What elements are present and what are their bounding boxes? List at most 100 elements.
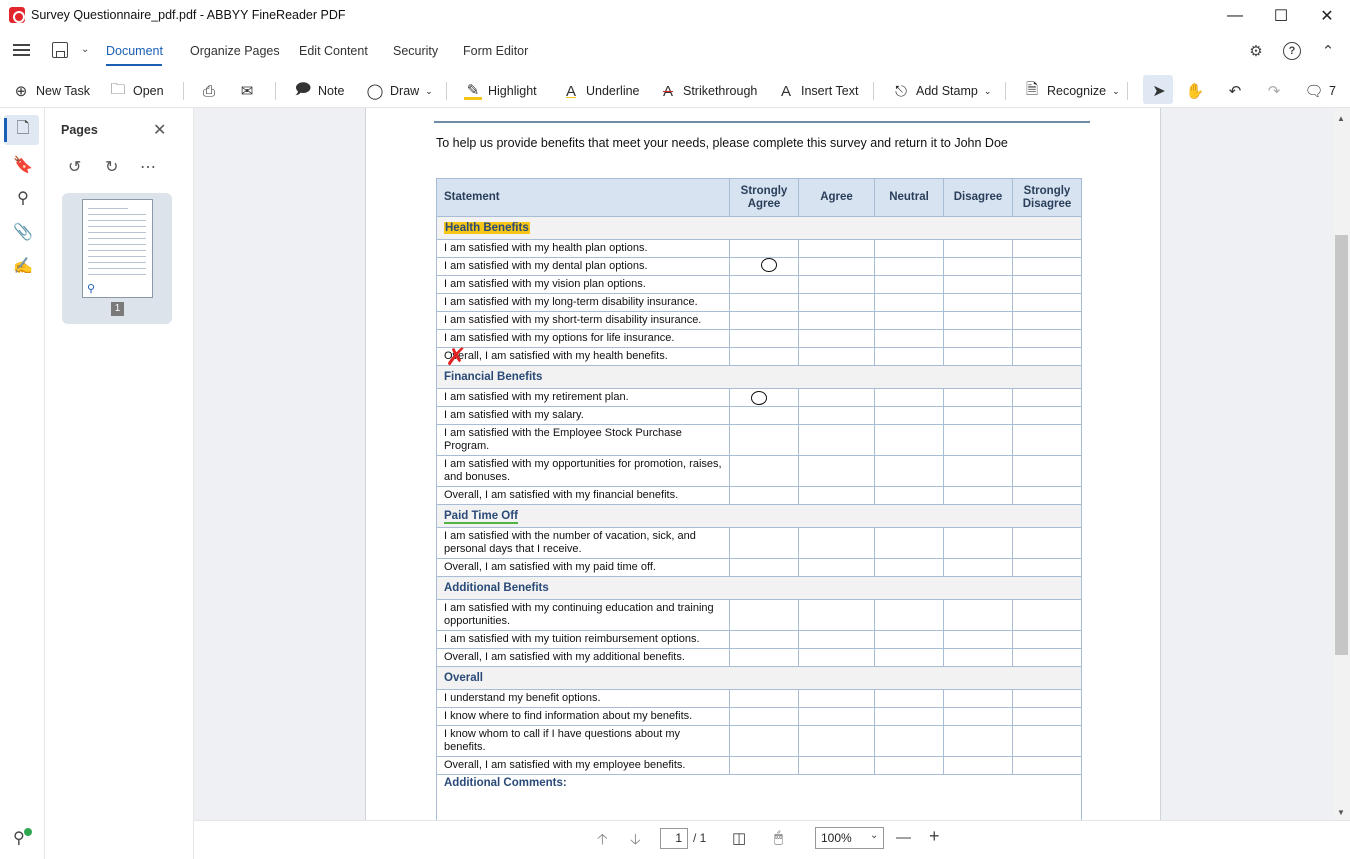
tab-organize-pages[interactable]: Organize Pages <box>190 44 280 58</box>
minimize-button[interactable]: — <box>1212 0 1258 32</box>
tab-document[interactable]: Document <box>106 44 163 58</box>
rating-cell <box>1012 406 1082 425</box>
more-options-icon[interactable]: ⋯ <box>140 157 156 177</box>
insert-text-icon: A <box>780 82 791 100</box>
page-number-input[interactable]: 1 <box>660 828 688 849</box>
rating-cell <box>798 630 875 649</box>
divider <box>873 82 874 100</box>
statement-cell: I am satisfied with my dental plan optio… <box>436 257 730 276</box>
previous-page-icon[interactable]: 🡡 <box>597 829 608 854</box>
statement-cell: I am satisfied with my opportunities for… <box>436 455 730 487</box>
rating-cell <box>874 257 944 276</box>
rating-cell <box>729 239 799 258</box>
section-header: Financial Benefits <box>436 365 1082 389</box>
new-task-button[interactable]: ⊕ New Task <box>12 81 90 101</box>
redo-button[interactable]: ↷ <box>1265 81 1283 101</box>
maximize-button[interactable]: ☐ <box>1258 0 1304 32</box>
help-icon[interactable]: ? <box>1283 42 1301 60</box>
drawn-x-annotation[interactable]: ✗ <box>445 345 467 369</box>
rating-cell <box>874 293 944 312</box>
table-row: Overall, I am satisfied with my health b… <box>436 347 1082 366</box>
undo-button[interactable]: ↶ <box>1226 81 1244 101</box>
collapse-ribbon-chevron-icon[interactable]: ⌃ <box>1319 42 1337 60</box>
rating-cell <box>1012 707 1082 726</box>
close-panel-icon[interactable]: ✕ <box>153 120 166 140</box>
rating-cell <box>729 293 799 312</box>
insert-text-button[interactable]: A Insert Text <box>777 81 858 101</box>
table-row: I understand my benefit options. <box>436 689 1082 708</box>
bookmark-icon[interactable]: 🔖 <box>13 155 33 175</box>
tab-edit-content[interactable]: Edit Content <box>299 44 368 58</box>
underlined-text[interactable]: Paid Time Off <box>444 509 518 524</box>
signature-icon[interactable]: ✍ <box>13 256 33 276</box>
scrollbar-thumb[interactable] <box>1335 235 1348 655</box>
redo-icon: ↷ <box>1267 83 1281 100</box>
strikethrough-button[interactable]: A Strikethrough <box>659 81 757 101</box>
pages-panel-title: Pages <box>61 123 98 137</box>
rotate-right-icon[interactable]: ↻ <box>105 157 118 177</box>
presentation-mode-icon[interactable]: 🖱 <box>774 829 783 846</box>
page-thumbnail[interactable]: ⚲ <box>82 199 153 298</box>
statement-cell: Overall, I am satisfied with my health b… <box>436 347 730 366</box>
hand-icon: ✋ <box>1185 83 1205 100</box>
comment-icon: 🗨 <box>1304 83 1324 100</box>
divider <box>446 82 447 100</box>
rating-cell <box>798 293 875 312</box>
underline-button[interactable]: A Underline <box>562 81 640 101</box>
note-button[interactable]: 🗩 Note <box>294 81 345 101</box>
page-layout-icon[interactable]: ◫ <box>732 829 746 847</box>
hand-tool-button[interactable]: ✋ <box>1185 81 1205 101</box>
rating-cell <box>874 558 944 577</box>
background-search-icon[interactable]: ⚲ <box>13 828 25 848</box>
table-row: I am satisfied with my opportunities for… <box>436 455 1082 487</box>
tab-form-editor[interactable]: Form Editor <box>463 44 528 58</box>
column-header: Neutral <box>874 178 944 217</box>
drawn-circle-annotation[interactable] <box>761 258 777 272</box>
draw-button[interactable]: ◯ Draw ⌄ <box>366 81 433 101</box>
divider <box>1005 82 1006 100</box>
main-menu-icon[interactable] <box>13 44 30 56</box>
recognize-button[interactable]: 🗎 Recognize ⌄ <box>1023 81 1120 101</box>
next-page-icon[interactable]: 🡣 <box>630 829 641 854</box>
page-number-badge: 1 <box>111 302 124 316</box>
statement-cell: I am satisfied with the Employee Stock P… <box>436 424 730 456</box>
statement-cell: I am satisfied with the number of vacati… <box>436 527 730 559</box>
settings-gear-icon[interactable]: ⚙ <box>1247 42 1265 60</box>
folder-icon: 🗀 <box>110 80 126 98</box>
rating-cell <box>798 689 875 708</box>
plus-circle-icon: ⊕ <box>14 83 28 100</box>
rating-cell <box>874 275 944 294</box>
highlighted-text[interactable]: Health Benefits <box>444 221 530 234</box>
print-button[interactable]: ⎙ <box>200 81 218 101</box>
close-window-button[interactable]: ✕ <box>1304 0 1350 32</box>
section-header: Paid Time Off <box>436 504 1082 528</box>
comments-button[interactable]: 🗨 7 <box>1304 81 1335 101</box>
tab-security[interactable]: Security <box>393 44 438 58</box>
undo-icon: ↶ <box>1228 83 1242 100</box>
drawn-circle-annotation[interactable] <box>751 391 767 405</box>
rating-cell <box>1012 689 1082 708</box>
rating-cell <box>943 424 1013 456</box>
save-options-chevron-icon[interactable]: ⌄ <box>81 44 89 55</box>
search-icon[interactable]: ⚲ <box>13 188 33 208</box>
envelope-icon: ✉ <box>240 83 254 100</box>
divider <box>275 82 276 100</box>
scroll-down-arrow-icon[interactable]: ▼ <box>1337 808 1345 817</box>
left-rail <box>0 108 45 859</box>
rotate-left-icon[interactable]: ↺ <box>68 157 81 177</box>
attachment-icon[interactable]: 📎 <box>13 222 33 242</box>
strikethrough-icon: A <box>662 82 673 100</box>
scroll-up-arrow-icon[interactable]: ▲ <box>1337 114 1345 123</box>
highlight-button[interactable]: ✎ Highlight <box>464 81 537 101</box>
zoom-chevron-down-icon[interactable]: ⌄ <box>870 830 878 841</box>
zoom-in-icon[interactable]: + <box>929 826 940 847</box>
email-button[interactable]: ✉ <box>238 81 256 101</box>
table-row: I am satisfied with the Employee Stock P… <box>436 424 1082 456</box>
rating-cell <box>874 406 944 425</box>
add-stamp-button[interactable]: ⎋ Add Stamp ⌄ <box>892 81 991 101</box>
zoom-out-icon[interactable]: — <box>896 829 911 846</box>
rating-cell <box>798 347 875 366</box>
save-icon[interactable] <box>52 42 68 58</box>
rating-cell <box>729 725 799 757</box>
open-button[interactable]: 🗀 Open <box>109 80 163 101</box>
